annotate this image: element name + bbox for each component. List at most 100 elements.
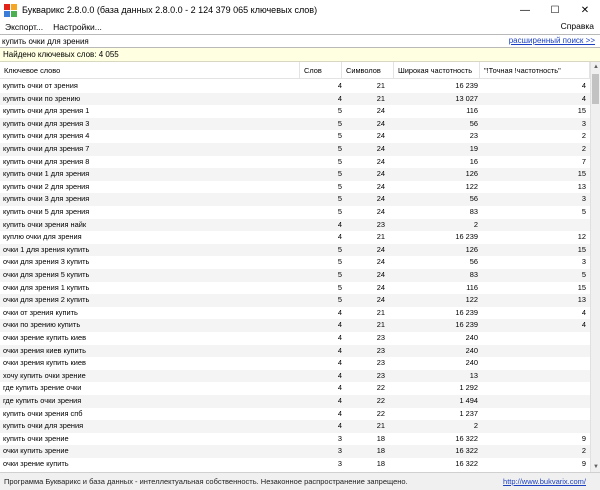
table-row[interactable]: где купить очки зрения 4 22 1 494 <box>0 395 590 408</box>
cell-keyword: очки зрения киев купить <box>3 345 86 355</box>
scroll-thumb[interactable] <box>592 74 599 104</box>
table-row[interactable]: очки зрение купить 3 18 16 322 9 <box>0 458 590 471</box>
table-row[interactable]: очки 1 для зрения купить 5 24 126 15 <box>0 243 590 257</box>
cell-exact-freq: 5 <box>581 207 586 216</box>
cell-words: 4 <box>337 383 342 393</box>
search-input[interactable] <box>2 35 422 47</box>
table-row[interactable]: очки зрение купить киев 4 23 240 <box>0 332 590 345</box>
cell-exact-freq: 4 <box>581 307 586 317</box>
table-row[interactable]: купить очки для зрения 4 5 24 23 2 <box>0 130 590 143</box>
cell-chars: 24 <box>376 118 385 128</box>
cell-keyword: очки зрения купить киев <box>3 358 86 368</box>
close-button[interactable]: ✕ <box>570 0 600 20</box>
table-row[interactable]: очки для зрения 5 купить 5 24 83 5 <box>0 269 590 282</box>
column-header-exact-freq[interactable]: "!Точная !частотность" <box>480 62 590 79</box>
cell-words: 5 <box>337 282 342 292</box>
table-row[interactable]: купить очки 3 для зрения 5 24 56 3 <box>0 193 590 206</box>
cell-words: 4 <box>337 408 342 418</box>
column-header-broad-freq[interactable]: Широкая частотность <box>394 62 480 79</box>
cell-broad-freq: 116 <box>466 282 478 292</box>
cell-chars: 24 <box>376 282 385 292</box>
cell-words: 5 <box>337 169 342 179</box>
column-header-words[interactable]: Слов <box>300 62 342 79</box>
table-header: Ключевое слово Слов Символов Широкая час… <box>0 62 590 79</box>
vertical-scrollbar[interactable]: ▲ ▼ <box>590 62 600 472</box>
cell-words: 4 <box>337 396 342 405</box>
table-row[interactable]: очки для зрения 1 купить 5 24 116 15 <box>0 282 590 295</box>
cell-keyword: купить очки 5 для зрения <box>3 207 90 216</box>
advanced-search-link[interactable]: расширенный поиск >> <box>509 36 595 45</box>
table-row[interactable]: купить очки зрения найк 4 23 2 <box>0 218 590 232</box>
cell-broad-freq: 19 <box>469 144 478 153</box>
cell-exact-freq: 13 <box>577 181 586 191</box>
cell-exact-freq: 4 <box>581 93 586 103</box>
cell-broad-freq: 16 239 <box>455 81 478 90</box>
cell-words: 5 <box>337 181 342 191</box>
cell-broad-freq: 116 <box>466 106 478 116</box>
table-row[interactable]: купить очки 5 для зрения 5 24 83 5 <box>0 206 590 219</box>
table-row[interactable]: купить очки по зрению 4 21 13 027 4 <box>0 92 590 106</box>
cell-chars: 22 <box>376 383 385 393</box>
cell-chars: 21 <box>376 81 385 90</box>
cell-words: 5 <box>337 270 342 279</box>
table-row[interactable]: купить очки 1 для зрения 5 24 126 15 <box>0 168 590 181</box>
cell-broad-freq: 126 <box>465 169 478 179</box>
cell-exact-freq: 9 <box>581 433 586 443</box>
table-row[interactable]: купить очки для зрения 7 5 24 19 2 <box>0 143 590 156</box>
menu-export[interactable]: Экспорт... <box>0 22 48 32</box>
cell-exact-freq <box>484 382 586 395</box>
cell-exact-freq: 15 <box>577 244 586 254</box>
table-row[interactable]: купить очки для зрения 4 21 2 <box>0 420 590 433</box>
table-row[interactable]: где купить зрение очки 4 22 1 292 <box>0 382 590 395</box>
table-row[interactable]: купить очки зрение 3 18 16 322 9 <box>0 433 590 446</box>
cell-broad-freq: 16 239 <box>455 307 478 317</box>
table-row[interactable]: купить очки 2 для зрения 5 24 122 13 <box>0 181 590 194</box>
cell-broad-freq: 16 322 <box>455 459 478 468</box>
column-header-keyword[interactable]: Ключевое слово <box>0 62 300 79</box>
cell-broad-freq: 2 <box>473 219 478 229</box>
cell-keyword: где купить очки зрения <box>3 396 82 405</box>
cell-broad-freq: 83 <box>469 270 478 279</box>
cell-words: 5 <box>337 118 342 128</box>
table-row[interactable]: хочу купить очки зрение 4 23 13 <box>0 369 590 383</box>
table-row[interactable]: очки от зрения купить 4 21 16 239 4 <box>0 307 590 320</box>
table-row[interactable]: купить очки зрения спб 4 22 1 237 <box>0 408 590 421</box>
cell-chars: 24 <box>376 106 385 116</box>
minimize-button[interactable]: — <box>510 0 540 20</box>
table-row[interactable]: купить очки для зрения 3 5 24 56 3 <box>0 117 590 131</box>
cell-exact-freq <box>484 219 586 232</box>
cell-broad-freq: 1 494 <box>459 396 479 405</box>
cell-keyword: купить очки по зрению <box>3 93 81 103</box>
table-row[interactable]: очки зрения купить киев 4 23 240 <box>0 357 590 370</box>
column-header-chars[interactable]: Символов <box>342 62 394 79</box>
status-bar: Программа Букварикс и база данных - инте… <box>0 472 600 490</box>
cell-keyword: где купить зрение очки <box>3 383 82 393</box>
maximize-button[interactable]: ☐ <box>540 0 570 20</box>
scroll-up-icon[interactable]: ▲ <box>591 62 600 72</box>
table-row[interactable]: куплю очки для зрения 4 21 16 239 12 <box>0 231 590 244</box>
cell-exact-freq: 4 <box>581 320 586 330</box>
website-link[interactable]: http://www.bukvarix.com/ <box>503 473 586 490</box>
cell-exact-freq: 15 <box>577 106 586 116</box>
table-row[interactable]: купить очки для зрения 8 5 24 16 7 <box>0 156 590 169</box>
cell-exact-freq <box>484 408 586 421</box>
table-row[interactable]: купить очки для зрения 1 5 24 116 15 <box>0 105 590 118</box>
table-row[interactable]: очки зрения киев купить 4 23 240 <box>0 344 590 358</box>
cell-keyword: очки для зрения 2 купить <box>3 295 90 305</box>
scroll-down-icon[interactable]: ▼ <box>591 462 600 472</box>
menu-help[interactable]: Справка <box>561 21 594 31</box>
cell-keyword: очки для зрения 5 купить <box>3 270 90 279</box>
cell-broad-freq: 1 292 <box>459 383 479 393</box>
cell-keyword: купить очки зрения спб <box>3 408 83 418</box>
table-row[interactable]: очки по зрению купить 4 21 16 239 4 <box>0 319 590 332</box>
cell-exact-freq: 12 <box>577 232 586 242</box>
cell-keyword: хочу купить очки зрение <box>3 370 86 380</box>
table-row[interactable]: купить очки от зрения 4 21 16 239 4 <box>0 80 590 93</box>
table-row[interactable]: очки для зрения 3 купить 5 24 56 3 <box>0 256 590 269</box>
table-row[interactable]: очки для зрения 2 купить 5 24 122 13 <box>0 294 590 307</box>
cell-chars: 23 <box>376 333 385 342</box>
cell-chars: 24 <box>376 295 385 305</box>
table-row[interactable]: очки купить зрение 3 18 16 322 2 <box>0 445 590 458</box>
menu-settings[interactable]: Настройки... <box>48 22 107 32</box>
cell-chars: 23 <box>376 345 385 355</box>
